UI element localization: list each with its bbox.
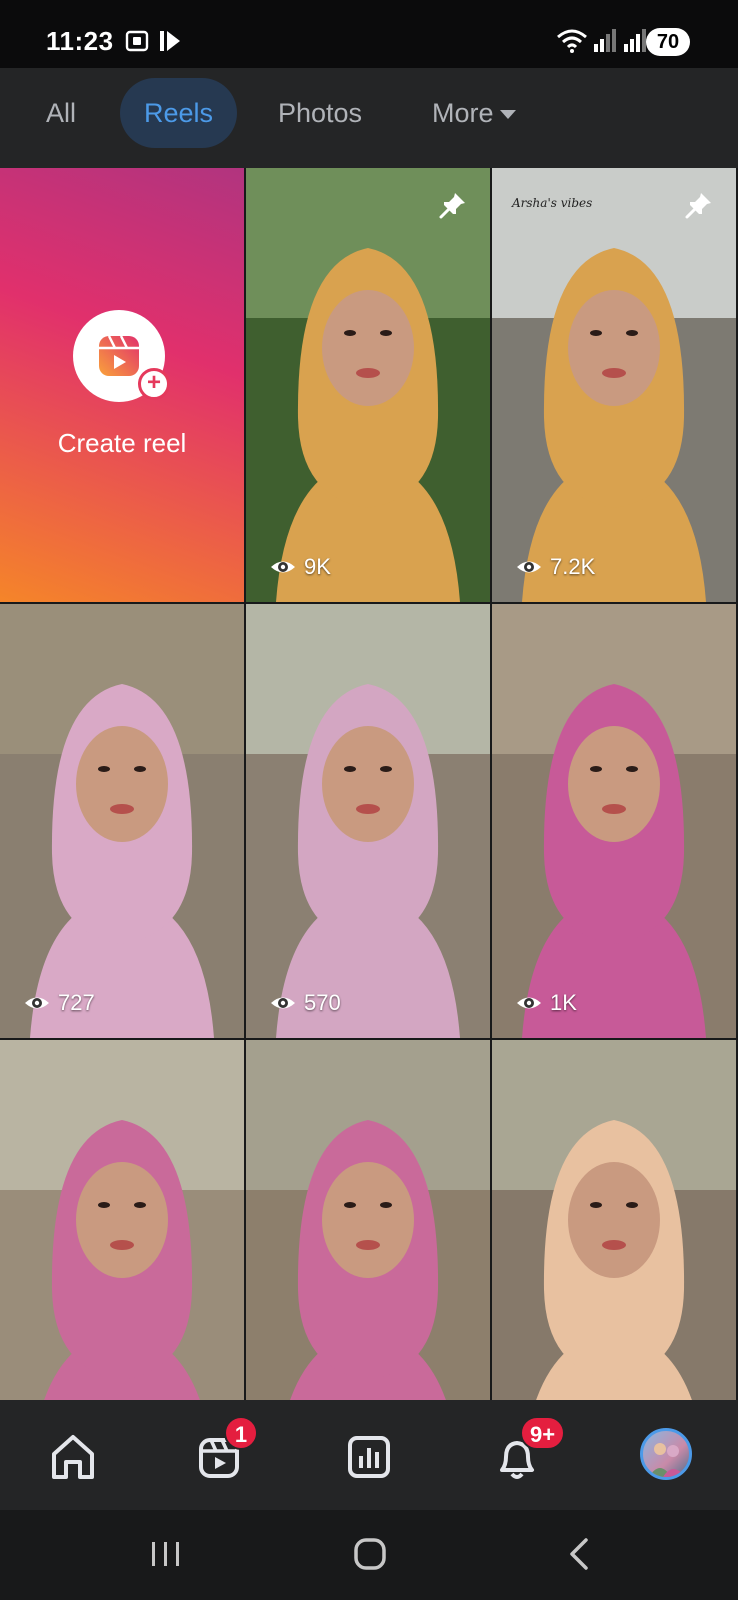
tab-more[interactable]: More xyxy=(408,78,540,148)
reel-tile[interactable] xyxy=(492,1040,736,1400)
wifi-icon xyxy=(557,29,587,53)
eye-icon xyxy=(271,561,295,573)
status-bar: 11:23 70 xyxy=(0,0,738,68)
reel-tile[interactable]: Arsha's vibes 7.2K xyxy=(492,168,736,602)
reel-tile[interactable]: 570 xyxy=(246,604,490,1038)
signal-icon xyxy=(624,29,646,52)
reel-tile[interactable] xyxy=(0,1040,244,1400)
view-count: 9K xyxy=(270,554,331,580)
create-reel-tile[interactable]: + Create reel xyxy=(0,168,244,602)
view-count-label: 7.2K xyxy=(550,554,596,579)
create-reel-label: Create reel xyxy=(57,428,187,458)
profile-avatar[interactable] xyxy=(640,1428,692,1480)
tab-more-label: More xyxy=(432,98,494,128)
insights-icon xyxy=(348,1436,390,1478)
eye-icon xyxy=(271,997,295,1009)
home-button-icon[interactable] xyxy=(350,1534,390,1574)
view-count: 1K xyxy=(516,990,577,1016)
reels-grid: + Create reel 9K Arsha's vibes 7.2K 727 570 1… xyxy=(0,168,738,1400)
reel-thumbnail xyxy=(246,604,490,1038)
notifications-badge: 9+ xyxy=(520,1416,566,1450)
tab-photos[interactable]: Photos xyxy=(254,78,386,148)
caret-down-icon xyxy=(499,110,516,120)
reel-tile[interactable] xyxy=(246,1040,490,1400)
screenshot-icon xyxy=(125,30,149,52)
reel-thumbnail xyxy=(0,604,244,1038)
nav-insights[interactable] xyxy=(334,1422,404,1492)
view-count: 727 xyxy=(24,990,95,1016)
reel-thumbnail xyxy=(492,168,736,602)
reel-tile[interactable]: 727 xyxy=(0,604,244,1038)
nav-notifications[interactable]: 9+ xyxy=(482,1416,566,1492)
back-icon[interactable] xyxy=(560,1534,600,1574)
view-count: 570 xyxy=(270,990,341,1016)
reel-tile[interactable]: 1K xyxy=(492,604,736,1038)
bottom-nav: 1 9+ xyxy=(0,1400,738,1510)
signal-icon xyxy=(594,29,616,52)
tab-all[interactable]: All xyxy=(22,78,100,148)
reels-badge: 1 xyxy=(224,1416,258,1450)
tabs-bar: All Reels Photos More xyxy=(0,68,738,168)
view-count-label: 727 xyxy=(58,990,95,1015)
avatar-image xyxy=(649,1443,685,1477)
view-count-label: 9K xyxy=(304,554,331,579)
nav-reels[interactable]: 1 xyxy=(186,1416,258,1492)
view-count: 7.2K xyxy=(516,554,595,580)
pin-icon xyxy=(685,193,711,219)
reel-thumbnail xyxy=(246,168,490,602)
tab-reels[interactable]: Reels xyxy=(120,78,238,148)
reel-overlay-text: Arsha's vibes xyxy=(512,196,593,210)
reel-tile[interactable]: 9K xyxy=(246,168,490,602)
view-count-label: 1K xyxy=(550,990,577,1015)
media-icon xyxy=(160,31,180,51)
view-count-label: 570 xyxy=(304,990,341,1015)
eye-icon xyxy=(517,561,541,573)
reel-thumbnail xyxy=(0,1040,244,1400)
home-icon xyxy=(52,1435,94,1479)
battery-indicator: 70 xyxy=(646,28,690,56)
status-time: 11:23 xyxy=(46,26,114,56)
add-icon: + xyxy=(138,368,170,400)
pin-icon xyxy=(439,193,465,219)
recent-apps-icon[interactable] xyxy=(146,1534,186,1574)
reel-thumbnail xyxy=(246,1040,490,1400)
eye-icon xyxy=(25,997,49,1009)
nav-home[interactable] xyxy=(38,1422,108,1492)
eye-icon xyxy=(517,997,541,1009)
reel-thumbnail xyxy=(492,1040,736,1400)
system-nav-bar xyxy=(0,1510,738,1600)
reel-thumbnail xyxy=(492,604,736,1038)
